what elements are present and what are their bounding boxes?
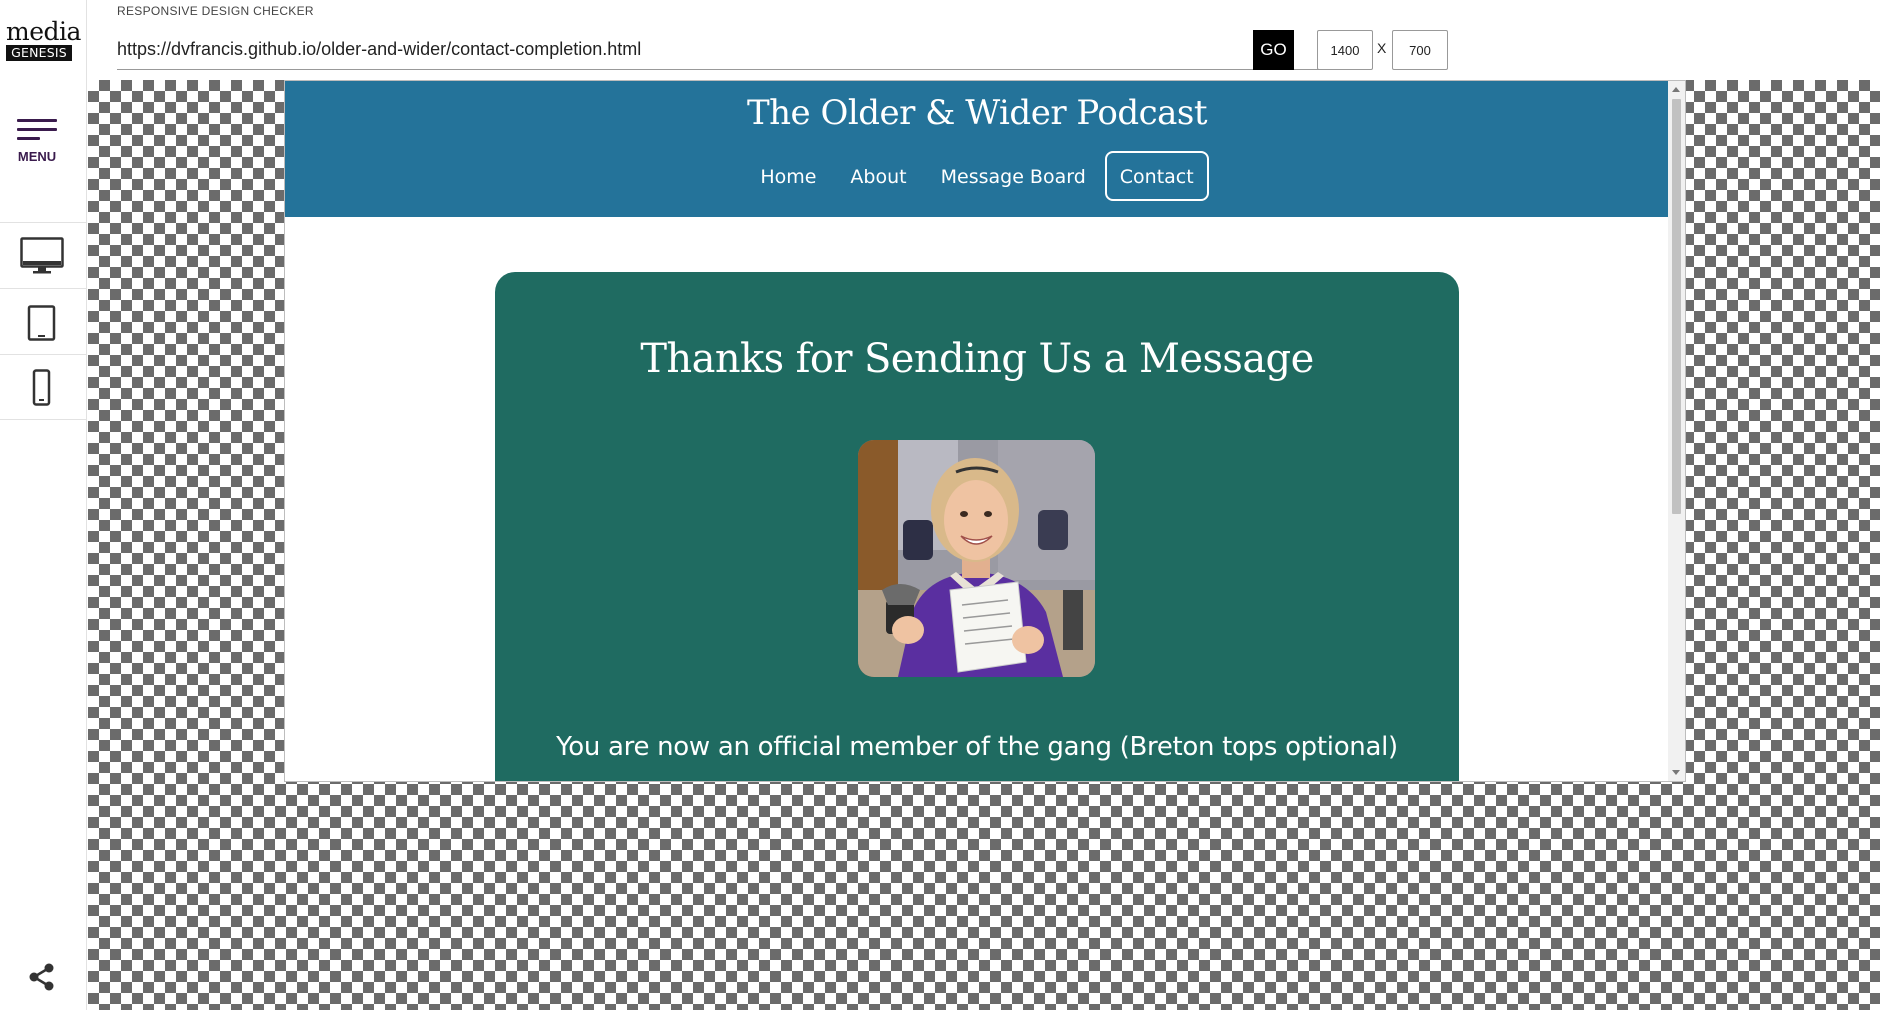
card-heading: Thanks for Sending Us a Message — [640, 336, 1314, 382]
height-input[interactable] — [1392, 30, 1448, 70]
menu-label: MENU — [17, 149, 57, 164]
go-button[interactable]: GO — [1253, 30, 1294, 70]
dimension-separator: X — [1377, 40, 1387, 56]
mobile-view-button[interactable] — [0, 354, 87, 420]
app-title: RESPONSIVE DESIGN CHECKER — [117, 4, 314, 18]
confirmation-card: Thanks for Sending Us a Message You are … — [495, 272, 1459, 781]
member-photo — [858, 440, 1095, 677]
toolbar: RESPONSIVE DESIGN CHECKER GO X — [87, 0, 1880, 80]
site-header: The Older & Wider Podcast Home About Mes… — [285, 81, 1669, 217]
logo-line1: media — [6, 17, 81, 46]
tablet-icon — [27, 305, 56, 341]
scroll-down-arrow-icon[interactable] — [1672, 770, 1680, 775]
photo-image — [858, 440, 1095, 677]
desktop-icon — [20, 237, 64, 274]
sidebar: media GENESIS MENU — [0, 0, 87, 1010]
nav-link-message-board[interactable]: Message Board — [926, 151, 1101, 201]
scroll-up-arrow-icon[interactable] — [1672, 87, 1680, 92]
width-input[interactable] — [1317, 30, 1373, 70]
logo-line2: GENESIS — [6, 45, 72, 61]
site-nav: Home About Message Board Contact — [285, 151, 1669, 201]
mobile-icon — [32, 369, 51, 406]
desktop-view-button[interactable] — [0, 222, 87, 288]
tablet-view-button[interactable] — [0, 288, 87, 354]
preview-frame: The Older & Wider Podcast Home About Mes… — [284, 80, 1686, 782]
nav-link-contact[interactable]: Contact — [1104, 151, 1209, 201]
preview-viewport[interactable]: The Older & Wider Podcast Home About Mes… — [285, 81, 1669, 781]
nav-link-home[interactable]: Home — [745, 151, 831, 201]
scrollbar-thumb[interactable] — [1672, 99, 1681, 514]
card-body-text: You are now an official member of the ga… — [556, 732, 1398, 762]
menu-button[interactable]: MENU — [0, 112, 87, 172]
media-genesis-logo[interactable]: media GENESIS — [6, 17, 81, 61]
hamburger-icon — [17, 119, 57, 146]
url-input[interactable] — [117, 30, 1339, 70]
site-title[interactable]: The Older & Wider Podcast — [285, 93, 1669, 133]
scrollbar[interactable] — [1668, 81, 1685, 781]
share-icon — [29, 963, 54, 991]
nav-link-about[interactable]: About — [835, 151, 921, 201]
share-button[interactable] — [27, 962, 57, 997]
